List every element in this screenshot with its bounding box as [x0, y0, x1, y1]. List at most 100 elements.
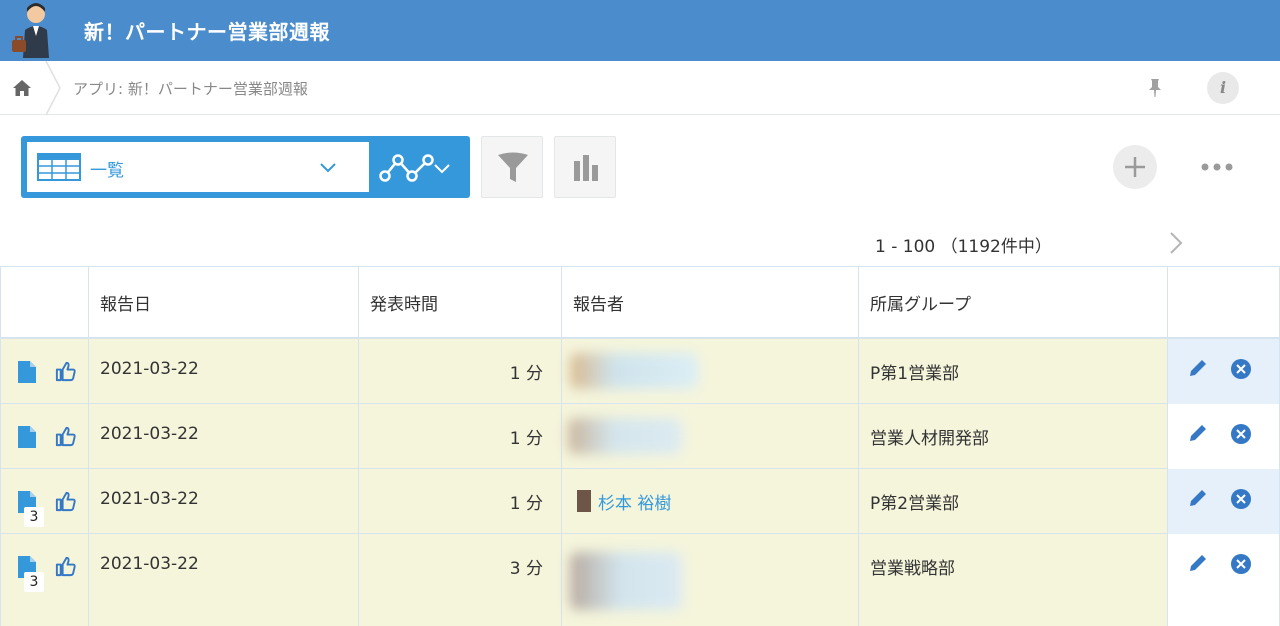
- date-value: 2021-03-22: [100, 489, 199, 509]
- header-label: 発表時間: [370, 295, 438, 315]
- date-cell: 2021-03-22: [88, 534, 359, 626]
- header-group[interactable]: 所属グループ: [858, 267, 1168, 337]
- edit-pencil-icon[interactable]: [1187, 552, 1209, 574]
- row-actions-cell: [1167, 404, 1280, 469]
- duration-cell: 1 分: [358, 404, 562, 469]
- app-header: 新！パートナー営業部週報: [0, 0, 1280, 61]
- header-reporter[interactable]: 報告者: [561, 267, 859, 337]
- breadcrumb-app-link[interactable]: アプリ: 新！パートナー営業部週報: [73, 78, 308, 99]
- graph-icon: [379, 154, 434, 182]
- header-row-actions: [1167, 267, 1280, 337]
- record-detail-icon[interactable]: [18, 426, 36, 448]
- delete-icon[interactable]: [1230, 358, 1252, 380]
- duration-value: 1 分: [509, 494, 543, 514]
- record-detail-icon[interactable]: [18, 361, 36, 383]
- chart-button[interactable]: [554, 136, 616, 198]
- group-value: P第1営業部: [870, 364, 960, 384]
- more-options-icon[interactable]: [1195, 155, 1239, 179]
- edit-pencil-icon[interactable]: [1187, 487, 1209, 509]
- chevron-down-icon: [434, 164, 450, 174]
- app-avatar-icon: [12, 3, 49, 58]
- table-body: 2021-03-22 1 分 P第1営業部 2021-03-22 1 分 営業人…: [0, 339, 1280, 626]
- row-lead-cell: [0, 339, 89, 404]
- comment-count-badge: 3: [24, 572, 44, 592]
- like-icon[interactable]: [54, 490, 77, 513]
- header-date[interactable]: 報告日: [88, 267, 359, 337]
- pin-icon[interactable]: [1143, 76, 1167, 100]
- row-lead-cell: 3: [0, 469, 89, 534]
- table-row: 2021-03-22 1 分 P第1営業部: [0, 339, 1280, 404]
- comment-count-badge: 3: [24, 507, 44, 527]
- row-lead-cell: [0, 404, 89, 469]
- duration-value: 1 分: [509, 429, 543, 449]
- app-title: 新！パートナー営業部週報: [84, 20, 330, 44]
- delete-icon[interactable]: [1230, 488, 1252, 510]
- header-label: 報告者: [573, 295, 624, 315]
- delete-icon[interactable]: [1230, 423, 1252, 445]
- plus-icon: [1125, 157, 1145, 177]
- redacted-reporter: [570, 552, 682, 610]
- info-icon: i: [1219, 78, 1227, 97]
- group-cell: P第2営業部: [858, 469, 1168, 534]
- group-cell: 営業人材開発部: [858, 404, 1168, 469]
- redacted-reporter: [570, 353, 698, 389]
- like-icon[interactable]: [54, 360, 77, 383]
- date-value: 2021-03-22: [100, 554, 199, 574]
- header-actions: [0, 267, 89, 337]
- reporter-cell: 杉本 裕樹: [561, 469, 859, 534]
- reporter-cell: [561, 404, 859, 469]
- date-cell: 2021-03-22: [88, 404, 359, 469]
- date-value: 2021-03-22: [100, 424, 199, 444]
- row-actions-cell: [1167, 469, 1280, 534]
- header-duration[interactable]: 発表時間: [358, 267, 562, 337]
- header-label: 所属グループ: [870, 295, 971, 315]
- next-page-icon[interactable]: [1164, 230, 1188, 256]
- date-cell: 2021-03-22: [88, 339, 359, 404]
- row-lead-cell: 3: [0, 534, 89, 626]
- record-table: 報告日 発表時間 報告者 所属グループ 2021-03-22 1 分 P第1営業…: [0, 266, 1280, 626]
- breadcrumb: アプリ: 新！パートナー営業部週報: [0, 61, 1280, 115]
- reporter-cell: [561, 339, 859, 404]
- home-icon[interactable]: [10, 76, 34, 100]
- group-value: 営業戦略部: [870, 559, 955, 579]
- row-actions-cell: [1167, 534, 1280, 626]
- delete-icon[interactable]: [1230, 553, 1252, 575]
- filter-icon: [498, 152, 528, 182]
- view-selector: 一覧: [21, 136, 470, 198]
- user-avatar: [577, 490, 591, 512]
- table-row: 2021-03-22 1 分 営業人材開発部: [0, 404, 1280, 469]
- add-record-button[interactable]: [1113, 145, 1157, 189]
- like-icon[interactable]: [54, 555, 77, 578]
- view-dropdown[interactable]: 一覧: [27, 142, 369, 192]
- group-value: 営業人材開発部: [870, 429, 989, 449]
- graph-dropdown[interactable]: [361, 142, 464, 192]
- bar-chart-icon: [574, 155, 598, 181]
- pagination-info: 1 - 100 （1192件中）: [875, 237, 1052, 257]
- date-cell: 2021-03-22: [88, 469, 359, 534]
- table-row: 3 2021-03-22 3 分 営業戦略部: [0, 534, 1280, 626]
- group-cell: P第1営業部: [858, 339, 1168, 404]
- date-value: 2021-03-22: [100, 359, 199, 379]
- view-label: 一覧: [90, 161, 124, 181]
- reporter-link[interactable]: 杉本 裕樹: [598, 489, 671, 514]
- group-value: P第2営業部: [870, 494, 960, 514]
- group-cell: 営業戦略部: [858, 534, 1168, 626]
- table-view-icon: [37, 153, 81, 181]
- reporter-cell: [561, 534, 859, 626]
- filter-button[interactable]: [481, 136, 543, 198]
- row-actions-cell: [1167, 339, 1280, 404]
- duration-cell: 1 分: [358, 469, 562, 534]
- edit-pencil-icon[interactable]: [1187, 357, 1209, 379]
- like-icon[interactable]: [54, 425, 77, 448]
- duration-value: 3 分: [509, 559, 543, 579]
- edit-pencil-icon[interactable]: [1187, 422, 1209, 444]
- table-header: 報告日 発表時間 報告者 所属グループ: [0, 267, 1280, 339]
- redacted-reporter: [568, 418, 682, 454]
- duration-value: 1 分: [509, 364, 543, 384]
- table-row: 3 2021-03-22 1 分 杉本 裕樹 P第2営業部: [0, 469, 1280, 534]
- info-button[interactable]: i: [1207, 72, 1239, 104]
- chevron-down-icon: [320, 163, 336, 173]
- duration-cell: 3 分: [358, 534, 562, 626]
- duration-cell: 1 分: [358, 339, 562, 404]
- breadcrumb-separator-icon: [45, 61, 61, 115]
